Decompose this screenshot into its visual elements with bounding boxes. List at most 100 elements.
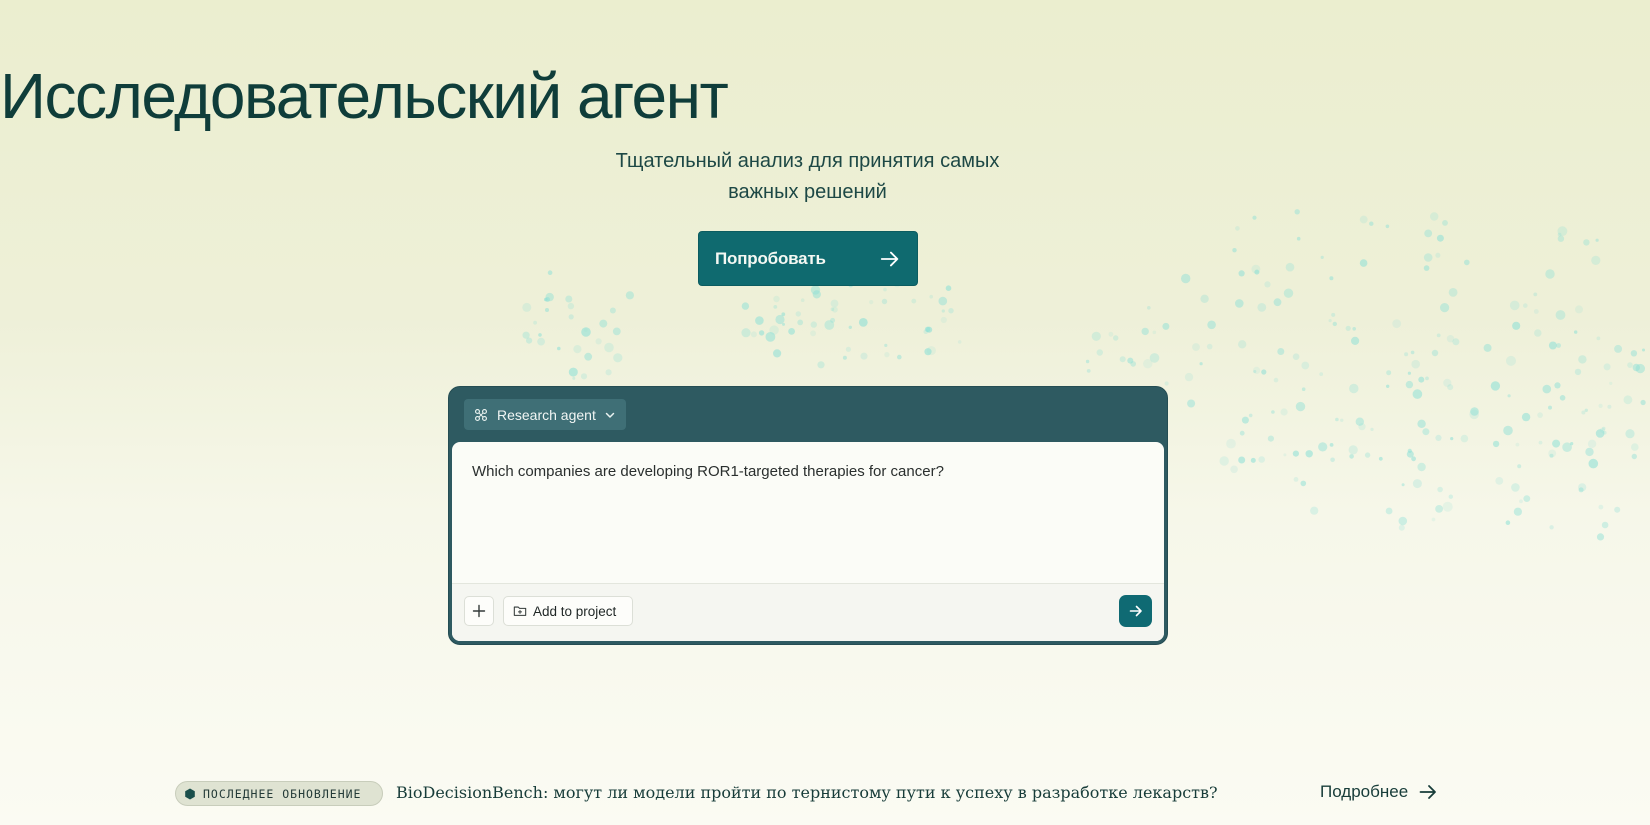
chevron-down-icon [605,412,615,418]
particle-dot [1340,418,1344,422]
particle-dot [938,296,948,306]
particle-dot [1552,439,1561,448]
particle-dot [1257,303,1267,312]
particle-dot [1523,495,1531,502]
particle-dot [1349,383,1359,394]
particle-dot [1292,450,1299,457]
particle-dot [1640,399,1646,406]
particle-dot [1601,426,1606,431]
particle-dot [1555,310,1566,320]
particle-dot [817,361,825,369]
agent-selector[interactable]: Research agent [464,399,626,430]
particle-dot [1320,255,1324,259]
particle-dot [1511,483,1520,492]
particle-dot [832,306,838,313]
particle-dot [1545,269,1555,279]
particle-dot [1557,235,1565,242]
particle-dot [583,328,588,332]
arrow-right-icon [1419,785,1437,799]
particle-dot [1295,401,1306,412]
particle-dot [1517,464,1522,469]
particle-dot [945,285,952,292]
particle-dot [1238,456,1246,464]
read-more-link[interactable]: Подробнее [1320,782,1438,802]
particle-dot [1585,447,1594,457]
send-button[interactable] [1119,595,1152,627]
particle-dot [1253,370,1257,373]
particle-dot [1401,483,1405,487]
particle-dot [1630,350,1638,357]
particle-dot [1407,371,1411,375]
particle-dot [1293,477,1299,482]
add-attachment-button[interactable] [464,596,494,626]
try-button[interactable]: Попробовать [698,231,918,286]
add-to-project-button[interactable]: Add to project [503,596,633,626]
particle-dot [1574,368,1582,376]
particle-dot [830,317,836,323]
particle-dot [1598,403,1603,408]
particle-dot [788,328,795,335]
particle-dot [1219,456,1229,466]
particle-dot [1162,322,1170,330]
particle-dot [545,308,549,312]
particle-dot [781,312,786,317]
particle-dot [1351,336,1360,345]
particle-dot [1085,359,1090,364]
particle-dot [1310,506,1319,515]
particle-dot [1300,480,1307,487]
particle-dot [1164,381,1169,386]
particle-dot [1230,465,1238,474]
plus-icon [472,604,486,618]
particle-dot [1422,428,1430,436]
particle-dot [545,292,554,302]
particle-dot [1548,405,1552,410]
particle-dot [1631,443,1639,451]
particle-dot [1417,462,1426,472]
particle-dot [881,298,888,305]
particle-dot [1329,443,1334,447]
particle-dot [848,325,852,329]
particle-dot [1119,356,1126,363]
particle-dot [1241,416,1249,424]
particle-dot [1492,440,1500,448]
particle-dot [1607,404,1612,409]
hexagon-icon [185,788,195,799]
particle-dot [1407,448,1412,453]
prompt-area[interactable]: Which companies are developing ROR1-targ… [452,442,1164,641]
news-headline-link[interactable]: BioDecisionBench: могут ли модели пройти… [396,783,1218,802]
particle-dot [1086,369,1091,373]
particle-dot [1418,376,1425,383]
particle-dot [1588,458,1599,469]
particle-dot [1329,276,1334,281]
particle-dot [1143,359,1153,369]
particle-dot [1452,338,1460,346]
particle-dot [547,270,553,276]
particle-dot [1581,410,1586,415]
particle-dot [1349,454,1354,459]
particle-dot [1113,335,1119,341]
particle-dot [1277,348,1285,355]
particle-dot [929,294,933,299]
particle-dot [1364,452,1371,458]
particle-dot [1549,453,1554,458]
particle-dot [1392,319,1402,328]
particle-dot [1127,357,1134,364]
particle-dot [1405,380,1414,389]
particle-dot [584,352,593,361]
particle-dot [884,343,888,347]
particle-dot [1632,363,1641,372]
particle-dot [1557,226,1568,237]
particle-dot [1542,384,1552,394]
particle-dot [758,330,765,336]
particle-dot [1411,359,1420,369]
particle-dot [1232,248,1237,253]
particle-dot [1464,259,1470,266]
particle-dot [1470,407,1479,416]
particle-dot [1583,239,1590,246]
particle-dot [812,290,821,299]
particle-dot [1578,355,1587,364]
particle-dot [1509,300,1520,311]
particle-dot [1294,209,1300,215]
prompt-input[interactable]: Which companies are developing ROR1-targ… [472,462,1142,482]
particle-dot [1430,212,1439,221]
